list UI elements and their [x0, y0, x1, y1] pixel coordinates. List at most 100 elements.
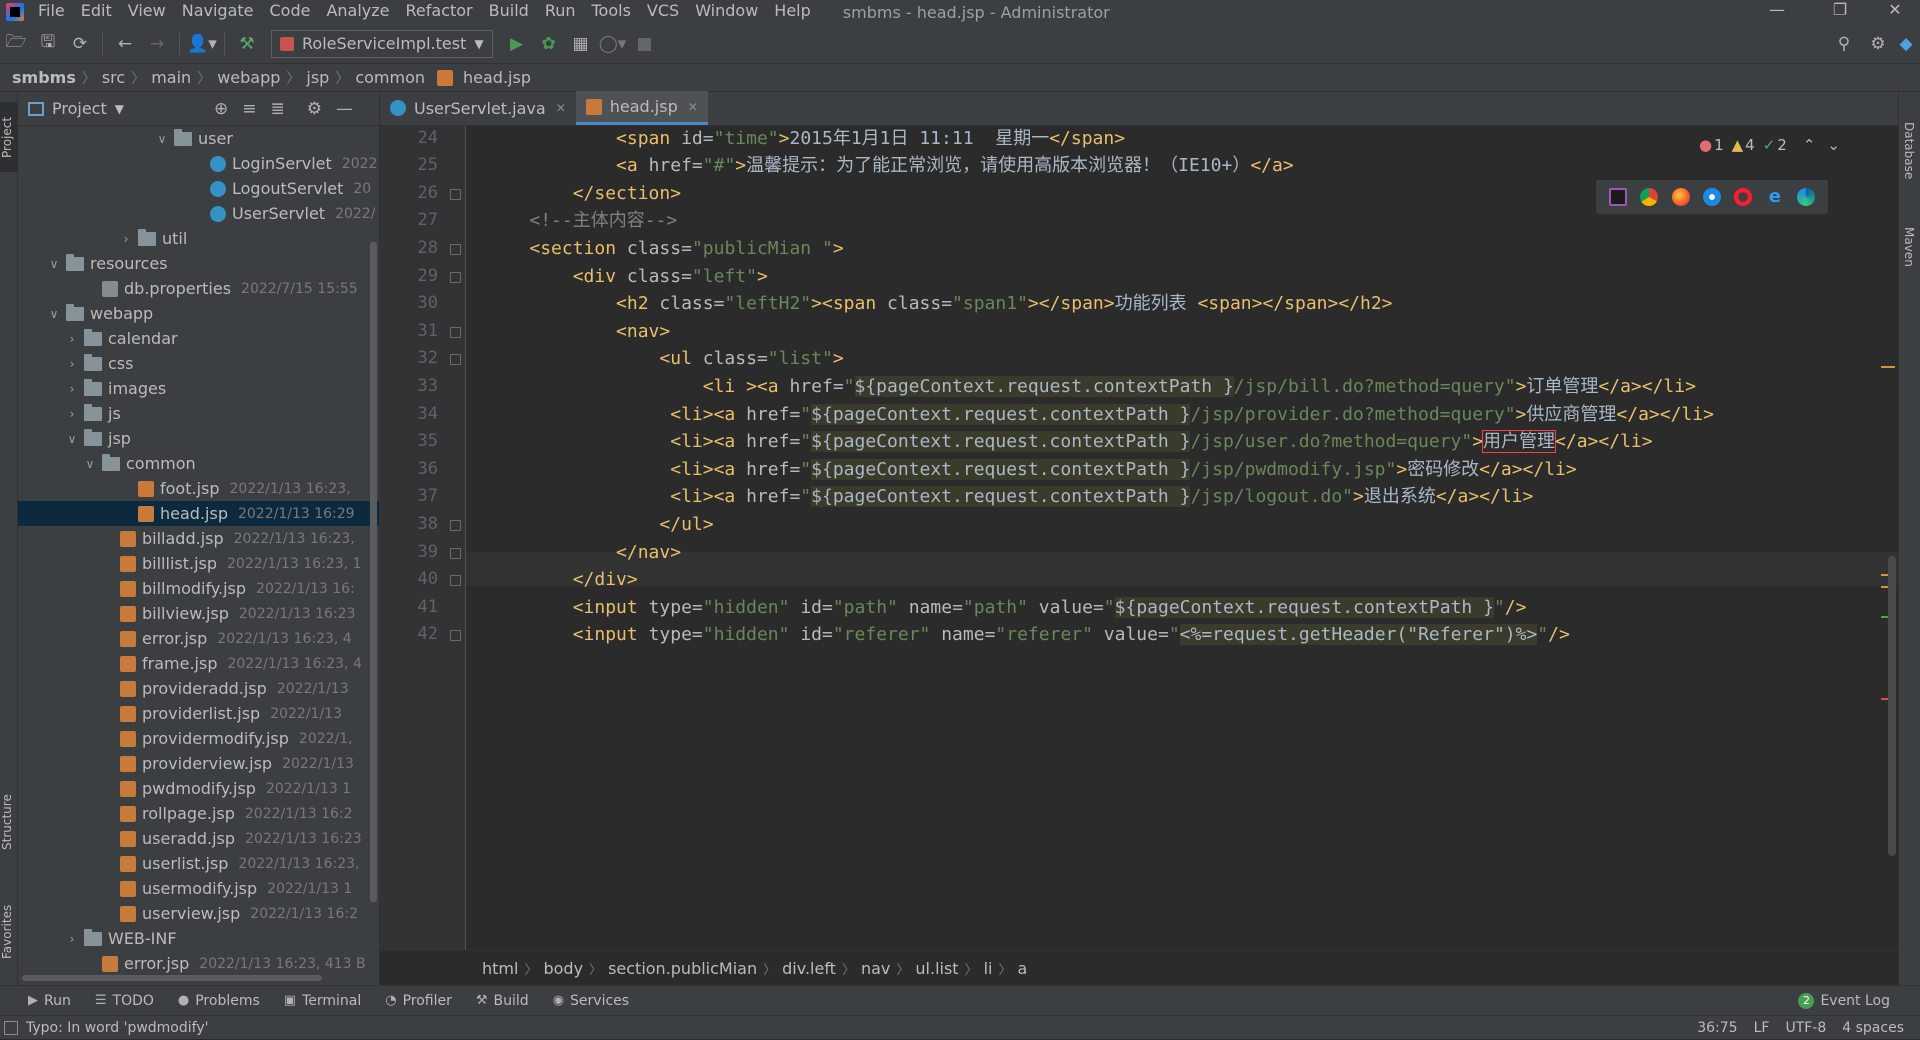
close-tab-icon[interactable]: ✕: [688, 100, 698, 114]
inspection-widget[interactable]: ● 1 ▲ 4 ✓ 2 ⌃ ⌄: [1691, 136, 1840, 154]
previous-highlight-icon[interactable]: ⌃: [1803, 136, 1816, 154]
hide-panel-icon[interactable]: —: [336, 99, 353, 119]
fold-marker-icon[interactable]: [450, 630, 461, 642]
tree-item[interactable]: › css: [18, 351, 379, 376]
internet-explorer-icon[interactable]: e: [1765, 188, 1784, 206]
menu-window[interactable]: Window: [687, 0, 766, 24]
fold-marker-icon[interactable]: [450, 188, 461, 200]
safari-icon[interactable]: [1702, 188, 1721, 206]
tree-item[interactable]: providermodify.jsp 2022/1,: [18, 726, 379, 751]
minimize-button[interactable]: —: [1752, 0, 1802, 24]
structure-crumb[interactable]: a: [1012, 959, 1034, 978]
menu-file[interactable]: File: [30, 0, 73, 24]
tool-tab-run[interactable]: ▶ Run: [16, 986, 83, 1016]
fold-marker-icon[interactable]: [450, 354, 461, 366]
tree-item[interactable]: useradd.jsp 2022/1/13 16:23: [18, 826, 379, 851]
tree-item[interactable]: › calendar: [18, 326, 379, 351]
breadcrumb-item[interactable]: main: [145, 68, 197, 87]
expanded-arrow-icon[interactable]: ∨: [46, 257, 62, 271]
tree-vertical-scrollbar[interactable]: [370, 242, 377, 902]
structure-crumb[interactable]: nav: [855, 959, 896, 978]
code-editor[interactable]: 2324252627282930313233343536373839404142…: [380, 126, 1898, 950]
tree-item[interactable]: db.properties 2022/7/15 15:55: [18, 276, 379, 301]
tool-tab-terminal[interactable]: ▣ Terminal: [272, 986, 373, 1016]
tree-item[interactable]: ∨ user: [18, 126, 379, 151]
breadcrumb-item[interactable]: webapp: [211, 68, 286, 87]
breadcrumb-item[interactable]: src: [96, 68, 131, 87]
collapsed-arrow-icon[interactable]: ›: [64, 932, 80, 946]
fold-marker-icon[interactable]: [450, 271, 461, 283]
tree-item[interactable]: pwdmodify.jsp 2022/1/13 1: [18, 776, 379, 801]
chevron-down-icon[interactable]: ▼: [115, 102, 124, 116]
save-all-icon[interactable]: 🖫: [32, 28, 64, 60]
search-icon[interactable]: ⚲: [1828, 28, 1860, 60]
tool-tab-build[interactable]: ⚒ Build: [464, 986, 541, 1016]
menu-analyze[interactable]: Analyze: [318, 0, 397, 24]
file-encoding[interactable]: UTF-8: [1785, 1020, 1826, 1036]
close-window-button[interactable]: ✕: [1870, 0, 1920, 24]
menu-build[interactable]: Build: [481, 0, 537, 24]
breadcrumb-item[interactable]: smbms: [6, 68, 82, 87]
profile-icon[interactable]: ◯▾: [597, 28, 629, 60]
collapsed-arrow-icon[interactable]: ›: [64, 332, 80, 346]
collapsed-arrow-icon[interactable]: ›: [64, 382, 80, 396]
caret-position[interactable]: 36:75: [1697, 1020, 1737, 1036]
tree-item[interactable]: › js: [18, 401, 379, 426]
next-highlight-icon[interactable]: ⌄: [1827, 136, 1840, 154]
back-icon[interactable]: ←: [109, 28, 141, 60]
tree-item[interactable]: error.jsp 2022/1/13 16:23, 4: [18, 626, 379, 651]
menu-view[interactable]: View: [120, 0, 174, 24]
tree-item[interactable]: rollpage.jsp 2022/1/13 16:2: [18, 801, 379, 826]
tree-item[interactable]: › WEB-INF: [18, 926, 379, 951]
breadcrumb-item[interactable]: jsp: [300, 68, 335, 87]
menu-edit[interactable]: Edit: [73, 0, 120, 24]
stop-icon[interactable]: ■: [629, 28, 661, 60]
tree-item[interactable]: error.jsp 2022/1/13 16:23, 413 B: [18, 951, 379, 976]
coverage-icon[interactable]: ▦: [565, 28, 597, 60]
run-icon[interactable]: ▶: [501, 28, 533, 60]
structure-crumb[interactable]: html: [476, 959, 524, 978]
warning-marker[interactable]: [1881, 366, 1895, 368]
editor-vertical-scrollbar[interactable]: [1888, 556, 1896, 856]
tree-item[interactable]: billmodify.jsp 2022/1/13 16:: [18, 576, 379, 601]
breadcrumb-item[interactable]: common: [349, 68, 431, 87]
structure-crumb[interactable]: body: [537, 959, 589, 978]
menu-run[interactable]: Run: [537, 0, 584, 24]
collapsed-arrow-icon[interactable]: ›: [118, 232, 134, 246]
tree-item[interactable]: ∨ jsp: [18, 426, 379, 451]
tool-tab-todo[interactable]: ☰ TODO: [83, 986, 166, 1016]
tree-item[interactable]: ∨ resources: [18, 251, 379, 276]
user-icon[interactable]: 👤▾: [186, 28, 218, 60]
expand-all-icon[interactable]: ≡: [242, 99, 256, 119]
tree-item[interactable]: foot.jsp 2022/1/13 16:23,: [18, 476, 379, 501]
tool-tab-problems[interactable]: ● Problems: [166, 986, 272, 1016]
fold-marker-icon[interactable]: [450, 520, 461, 531]
sync-icon[interactable]: ⟳: [64, 28, 96, 60]
structure-tool-tab[interactable]: Structure: [0, 782, 18, 862]
jetbrains-toolbox-icon[interactable]: ◆: [1890, 28, 1920, 60]
gear-icon[interactable]: ⚙: [307, 99, 322, 119]
close-tab-icon[interactable]: ✕: [556, 101, 566, 115]
edge-icon[interactable]: [1797, 188, 1816, 206]
maven-tool-tab[interactable]: Maven: [1902, 212, 1916, 282]
favorites-tool-tab[interactable]: Favorites: [0, 892, 18, 972]
opera-icon[interactable]: [1734, 188, 1753, 206]
menu-vcs[interactable]: VCS: [639, 0, 687, 24]
editor-tab[interactable]: head.jsp ✕: [575, 91, 708, 125]
menu-help[interactable]: Help: [766, 0, 818, 24]
tree-item[interactable]: userview.jsp 2022/1/13 16:2: [18, 901, 379, 926]
tree-item[interactable]: userlist.jsp 2022/1/13 16:23,: [18, 851, 379, 876]
tree-item[interactable]: › util: [18, 226, 379, 251]
tree-item[interactable]: frame.jsp 2022/1/13 16:23, 4: [18, 651, 379, 676]
tree-item[interactable]: providerview.jsp 2022/1/13: [18, 751, 379, 776]
locate-target-icon[interactable]: ⊕: [214, 99, 228, 119]
menu-tools[interactable]: Tools: [584, 0, 639, 24]
build-hammer-icon[interactable]: ⚒: [231, 28, 263, 60]
restore-button[interactable]: ❐: [1815, 0, 1865, 24]
collapse-all-icon[interactable]: ≣: [270, 99, 284, 119]
chrome-icon[interactable]: [1640, 188, 1659, 206]
tree-item[interactable]: billview.jsp 2022/1/13 16:23: [18, 601, 379, 626]
tree-item[interactable]: ∨ common: [18, 451, 379, 476]
fold-marker-icon[interactable]: [450, 575, 461, 587]
fold-marker-icon[interactable]: [450, 244, 461, 255]
